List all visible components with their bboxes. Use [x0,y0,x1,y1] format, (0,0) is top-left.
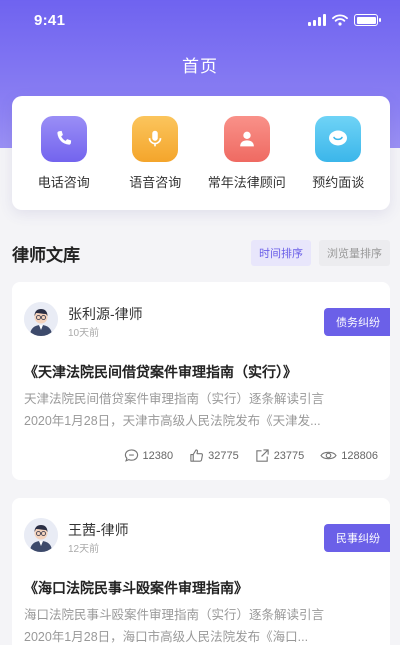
article-stats: 12380 32775 23775 128806 [124,448,378,463]
sort-controls: 时间排序 浏览量排序 [251,240,390,266]
share-stat[interactable]: 23775 [255,448,305,463]
status-bar: 9:41 [0,0,400,40]
person-icon [223,116,270,162]
library-title: 律师文库 [12,245,80,265]
article-title[interactable]: 《海口法院民事斗殴案件审理指南》 [24,578,248,598]
category-tag[interactable]: 民事纠纷 [324,524,390,552]
article-card[interactable]: 张利源-律师 10天前 债务纠纷 《天津法院民间借贷案件审理指南（实行）》 天津… [12,282,390,480]
wifi-icon [332,14,348,26]
sort-by-views-button[interactable]: 浏览量排序 [319,240,390,266]
page-title: 首页 [182,57,218,76]
status-time: 9:41 [34,11,66,29]
article-summary-line: 天津法院民间借贷案件审理指南（实行）逐条解读引言 [24,392,325,406]
chat-bubble-icon [315,116,362,162]
thumbs-up-icon [190,449,204,462]
article-summary-line: 海口法院民事斗殴案件审理指南（实行）逐条解读引言 [24,608,325,622]
phone-icon [40,116,87,162]
like-stat[interactable]: 32775 [189,448,239,463]
service-panel: 电话咨询 语音咨询 常年法律顾问 预约面谈 [12,96,390,210]
battery-icon [354,14,381,26]
eye-icon [320,451,337,460]
sort-by-time-button[interactable]: 时间排序 [251,240,311,266]
service-label: 语音咨询 [129,175,182,190]
avatar[interactable] [24,518,58,552]
view-count: 128806 [341,449,378,462]
category-tag[interactable]: 债务纠纷 [324,308,390,336]
lawyer-name: 张利源-律师 [68,306,143,322]
lawyer-name: 王茜-律师 [68,522,129,538]
share-icon [256,449,269,462]
avatar[interactable] [24,302,58,336]
status-icons [308,14,381,26]
article-summary-line: 2020年1月28日，海口市高级人民法院发布《海口... [24,630,309,644]
service-voice-consult[interactable]: 语音咨询 [110,116,200,210]
service-label: 常年法律顾问 [207,175,286,190]
library-header: 律师文库 时间排序 浏览量排序 [12,238,390,268]
signal-icon [308,14,326,26]
service-label: 电话咨询 [37,175,90,190]
post-time: 12天前 [68,544,100,555]
service-label: 预约面谈 [312,175,365,190]
comment-count: 12380 [142,449,174,462]
comment-icon [124,449,138,462]
share-count: 23775 [273,449,305,462]
service-phone-consult[interactable]: 电话咨询 [19,116,109,210]
service-legal-advisor[interactable]: 常年法律顾问 [202,116,292,210]
post-time: 10天前 [68,328,100,339]
view-stat: 128806 [320,448,378,463]
comment-stat[interactable]: 12380 [124,448,174,463]
article-summary-line: 2020年1月28日，天津市高级人民法院发布《天津发... [24,414,321,428]
microphone-icon [132,116,179,162]
article-title[interactable]: 《天津法院民间借贷案件审理指南（实行）》 [24,362,297,382]
like-count: 32775 [208,449,239,462]
service-appointment[interactable]: 预约面谈 [293,116,383,210]
article-card-header: 张利源-律师 10天前 债务纠纷 [12,282,390,342]
article-card-header: 王茜-律师 12天前 民事纠纷 [12,498,390,558]
article-card[interactable]: 王茜-律师 12天前 民事纠纷 《海口法院民事斗殴案件审理指南》 海口法院民事斗… [12,498,390,645]
